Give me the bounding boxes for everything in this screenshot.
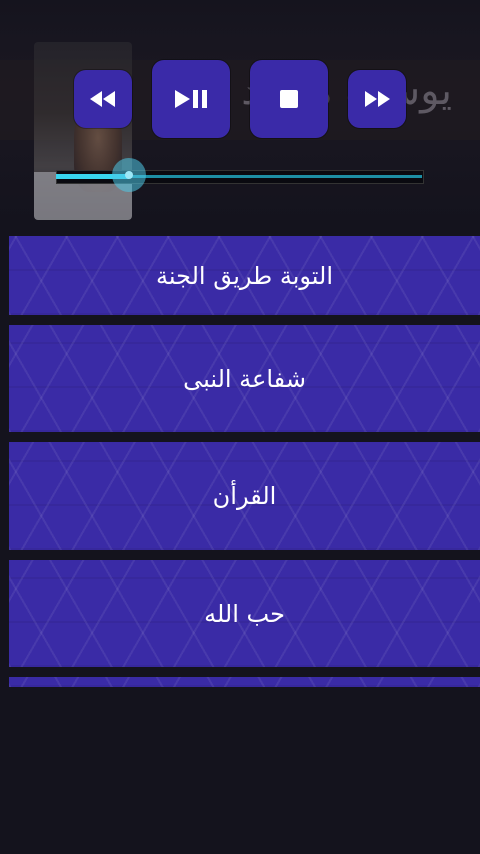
list-item-label: حب الله (204, 599, 285, 628)
speaker-avatar (34, 42, 132, 220)
seek-bar[interactable] (50, 158, 424, 192)
stop-icon (280, 90, 298, 108)
player-header: يوسف محمد (0, 0, 480, 222)
fast-forward-button[interactable] (348, 70, 406, 128)
list-item-label: القرأن (212, 482, 277, 510)
list-item-label: شفاعة النبى (183, 364, 306, 393)
list-item-partial[interactable] (9, 677, 480, 687)
rewind-button[interactable] (74, 70, 132, 128)
seek-thumb[interactable] (112, 158, 147, 192)
play-pause-icon (175, 90, 207, 108)
rewind-icon (90, 91, 115, 107)
play-pause-button[interactable] (152, 60, 230, 138)
list-item-label: التوبة طريق الجنة (155, 261, 334, 290)
fast-forward-icon (365, 91, 390, 107)
list-item[interactable]: شفاعة النبى (9, 325, 480, 432)
list-item[interactable]: التوبة طريق الجنة (9, 236, 480, 315)
list-item[interactable]: حب الله (9, 560, 480, 667)
list-item[interactable]: القرأن (9, 442, 480, 550)
stop-button[interactable] (250, 60, 328, 138)
